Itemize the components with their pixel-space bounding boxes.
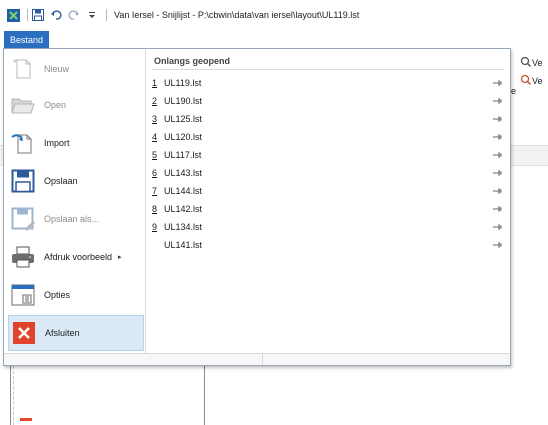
document-page xyxy=(13,366,204,425)
recent-file-name: UL190.lst xyxy=(164,96,203,106)
open-folder-icon xyxy=(8,90,38,120)
pin-icon[interactable] xyxy=(492,114,502,124)
recent-file-number: 9 xyxy=(152,222,158,232)
background-ribbon-button[interactable]: Ve xyxy=(520,56,543,70)
save-icon[interactable] xyxy=(31,8,45,22)
recent-file-name: UL117.lst xyxy=(164,150,202,160)
qat-separator xyxy=(27,9,28,21)
pin-icon[interactable] xyxy=(492,186,502,196)
options-label: Opties xyxy=(44,290,71,300)
pin-icon[interactable] xyxy=(492,168,502,178)
pin-icon[interactable] xyxy=(492,222,502,232)
recent-file-number: 8 xyxy=(152,204,158,214)
title-bar: Van Iersel - Snijlijst - P:\cbwin\data\v… xyxy=(0,0,548,30)
recent-file-name: UL119.lst xyxy=(164,78,202,88)
recent-files-list: 1 UL119.lst 2 UL190.lst 3 UL125.lst 4 UL… xyxy=(150,74,508,254)
customize-qat-icon[interactable] xyxy=(85,8,99,22)
save-as-label: Opslaan als... xyxy=(44,214,100,224)
recent-file-item[interactable]: 3 UL125.lst xyxy=(150,110,508,128)
save-command[interactable]: Opslaan xyxy=(8,163,144,199)
open-label: Open xyxy=(44,100,67,110)
background-ribbon-label: Ve xyxy=(532,76,543,86)
recent-file-item[interactable]: 5 UL117.lst xyxy=(150,146,508,164)
print-preview-icon xyxy=(8,242,38,272)
recent-file-item[interactable]: 4 UL120.lst xyxy=(150,128,508,146)
recent-file-item[interactable]: 2 UL190.lst xyxy=(150,92,508,110)
background-ribbon-label: Ve xyxy=(532,58,543,68)
pin-icon[interactable] xyxy=(492,204,502,214)
backstage-menu: Nieuw Open Import Opslaan Opslaan als... xyxy=(3,48,511,366)
recent-file-name: UL144.lst xyxy=(164,186,203,196)
search-icon xyxy=(520,74,532,88)
options-icon xyxy=(8,280,38,310)
recent-file-number: 3 xyxy=(152,114,158,124)
recent-file-item[interactable]: 6 UL143.lst xyxy=(150,164,508,182)
backstage-footer xyxy=(4,353,510,365)
file-tab[interactable]: Bestand xyxy=(4,31,50,48)
footer-separator xyxy=(262,353,263,365)
background-text: e xyxy=(511,86,517,96)
print-preview-command[interactable]: Afdruk voorbeeld ▸ xyxy=(8,239,144,275)
undo-icon[interactable] xyxy=(49,8,63,22)
new-label: Nieuw xyxy=(44,64,70,74)
save-as-command[interactable]: Opslaan als... xyxy=(8,201,144,237)
recent-file-item[interactable]: 8 UL142.lst xyxy=(150,200,508,218)
document-mark xyxy=(20,418,32,421)
background-ribbon-button[interactable]: Ve xyxy=(520,74,543,88)
submenu-arrow-icon: ▸ xyxy=(118,254,122,261)
recent-file-name: UL134.lst xyxy=(164,222,203,232)
save-label: Opslaan xyxy=(44,176,78,186)
recent-file-name: UL141.lst xyxy=(164,240,203,250)
import-label: Import xyxy=(44,138,70,148)
recent-files-header: Onlangs geopend xyxy=(154,56,231,66)
app-icon[interactable] xyxy=(6,8,20,22)
recent-file-number: 4 xyxy=(152,132,158,142)
new-file-icon xyxy=(8,54,38,84)
search-icon xyxy=(520,56,532,70)
recent-file-name: UL120.lst xyxy=(164,132,203,142)
backstage-command-list: Nieuw Open Import Opslaan Opslaan als... xyxy=(4,49,146,353)
recent-file-item[interactable]: 1 UL119.lst xyxy=(150,74,508,92)
recent-file-item[interactable]: UL141.lst xyxy=(150,236,508,254)
redo-icon[interactable] xyxy=(67,8,81,22)
recent-file-number: 5 xyxy=(152,150,158,160)
new-command[interactable]: Nieuw xyxy=(8,51,144,87)
recent-file-number: 7 xyxy=(152,186,158,196)
window-title: Van Iersel - Snijlijst - P:\cbwin\data\v… xyxy=(114,10,360,20)
recent-file-number: 2 xyxy=(152,96,158,106)
recent-file-name: UL142.lst xyxy=(164,204,203,214)
pin-icon[interactable] xyxy=(492,240,502,250)
save-icon xyxy=(8,166,38,196)
recent-divider xyxy=(152,69,504,70)
print-preview-label: Afdruk voorbeeld xyxy=(44,252,113,262)
pin-icon[interactable] xyxy=(492,96,502,106)
qat-separator xyxy=(106,9,107,21)
close-app-icon xyxy=(9,318,39,348)
pin-icon[interactable] xyxy=(492,132,502,142)
import-icon xyxy=(8,128,38,158)
recent-file-number: 1 xyxy=(152,78,158,88)
recent-file-number: 6 xyxy=(152,168,158,178)
exit-command[interactable]: Afsluiten xyxy=(8,315,144,351)
pin-icon[interactable] xyxy=(492,78,502,88)
options-command[interactable]: Opties xyxy=(8,277,144,313)
exit-label: Afsluiten xyxy=(45,328,80,338)
recent-file-item[interactable]: 7 UL144.lst xyxy=(150,182,508,200)
import-command[interactable]: Import xyxy=(8,125,144,161)
pin-icon[interactable] xyxy=(492,150,502,160)
recent-file-name: UL125.lst xyxy=(164,114,203,124)
recent-file-item[interactable]: 9 UL134.lst xyxy=(150,218,508,236)
recent-file-name: UL143.lst xyxy=(164,168,203,178)
file-tab-label: Bestand xyxy=(10,34,44,45)
save-as-icon xyxy=(8,204,38,234)
open-command[interactable]: Open xyxy=(8,87,144,123)
